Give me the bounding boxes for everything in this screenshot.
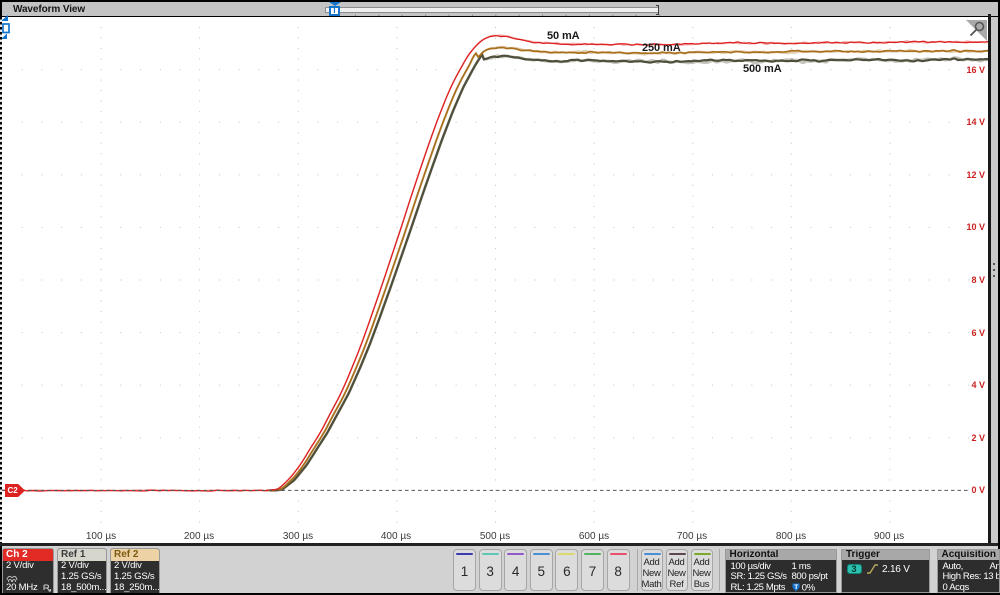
svg-text:T: T <box>794 584 798 591</box>
